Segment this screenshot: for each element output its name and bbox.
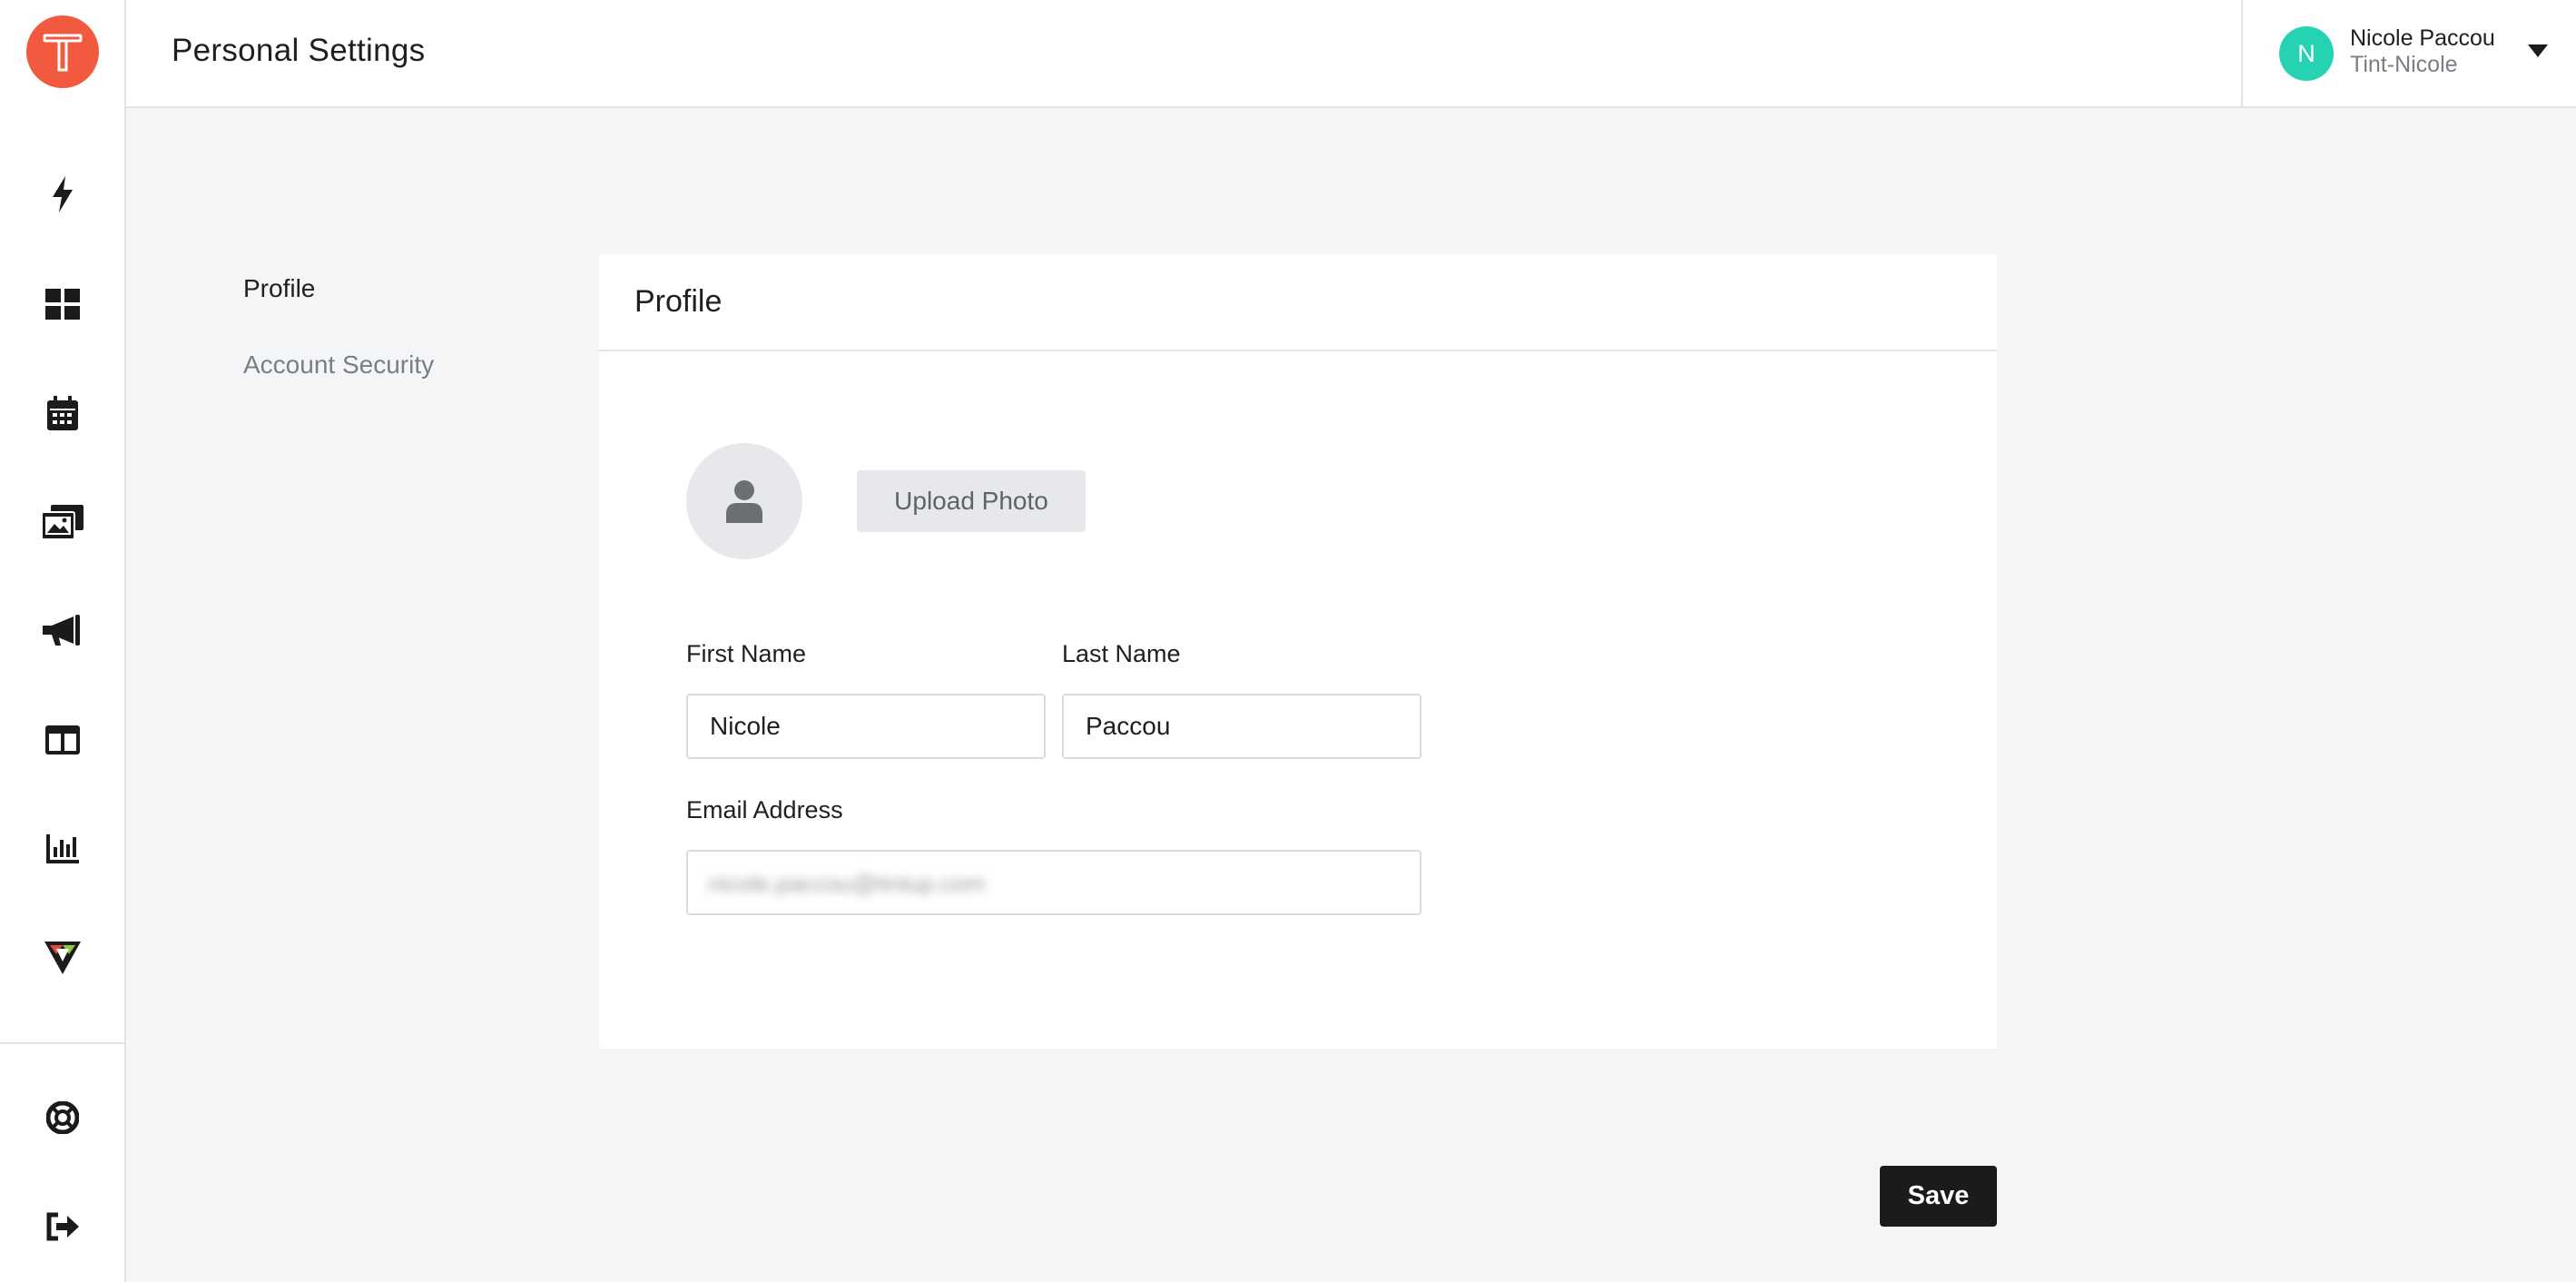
sidebar-divider [0, 1042, 124, 1044]
layout-icon[interactable] [40, 717, 85, 763]
email-field[interactable]: nicole.paccou@tintup.com [686, 850, 1421, 915]
user-icon [726, 480, 762, 523]
vision-icon[interactable] [40, 935, 85, 981]
settings-nav-account-security[interactable]: Account Security [243, 350, 434, 380]
logout-icon[interactable] [40, 1204, 85, 1249]
profile-card: Profile Upload Photo First Name Last Nam… [599, 254, 1997, 1049]
analytics-icon[interactable] [40, 826, 85, 872]
user-name: Nicole Paccou [2350, 25, 2495, 51]
profile-card-header: Profile [599, 254, 1997, 351]
page-title: Personal Settings [172, 33, 426, 68]
first-name-label: First Name [686, 640, 807, 667]
tint-logo-icon [43, 34, 83, 72]
email-label: Email Address [686, 796, 843, 823]
profile-photo-placeholder [686, 443, 802, 559]
user-org: Tint-Nicole [2350, 52, 2458, 77]
user-avatar: N [2279, 26, 2334, 81]
help-icon[interactable] [40, 1095, 85, 1140]
bolt-icon[interactable] [40, 172, 85, 217]
chevron-down-icon[interactable] [2528, 44, 2548, 57]
profile-card-title: Profile [634, 284, 723, 319]
first-name-field[interactable] [686, 694, 1046, 759]
upload-photo-button[interactable]: Upload Photo [857, 470, 1086, 532]
gallery-icon[interactable] [40, 499, 85, 545]
dashboard-icon[interactable] [40, 281, 85, 327]
calendar-icon[interactable] [40, 390, 85, 436]
email-value-blurred: nicole.paccou@tintup.com [708, 870, 986, 897]
tint-logo[interactable] [26, 15, 99, 88]
sidebar [0, 0, 126, 1282]
user-menu[interactable]: N Nicole Paccou Tint-Nicole [2241, 0, 2576, 106]
settings-nav-profile[interactable]: Profile [243, 274, 315, 303]
save-button[interactable]: Save [1880, 1166, 1997, 1227]
last-name-field[interactable] [1062, 694, 1421, 759]
top-bar: Personal Settings N Nicole Paccou Tint-N… [126, 0, 2576, 108]
megaphone-icon[interactable] [40, 608, 85, 654]
last-name-label: Last Name [1062, 640, 1181, 667]
